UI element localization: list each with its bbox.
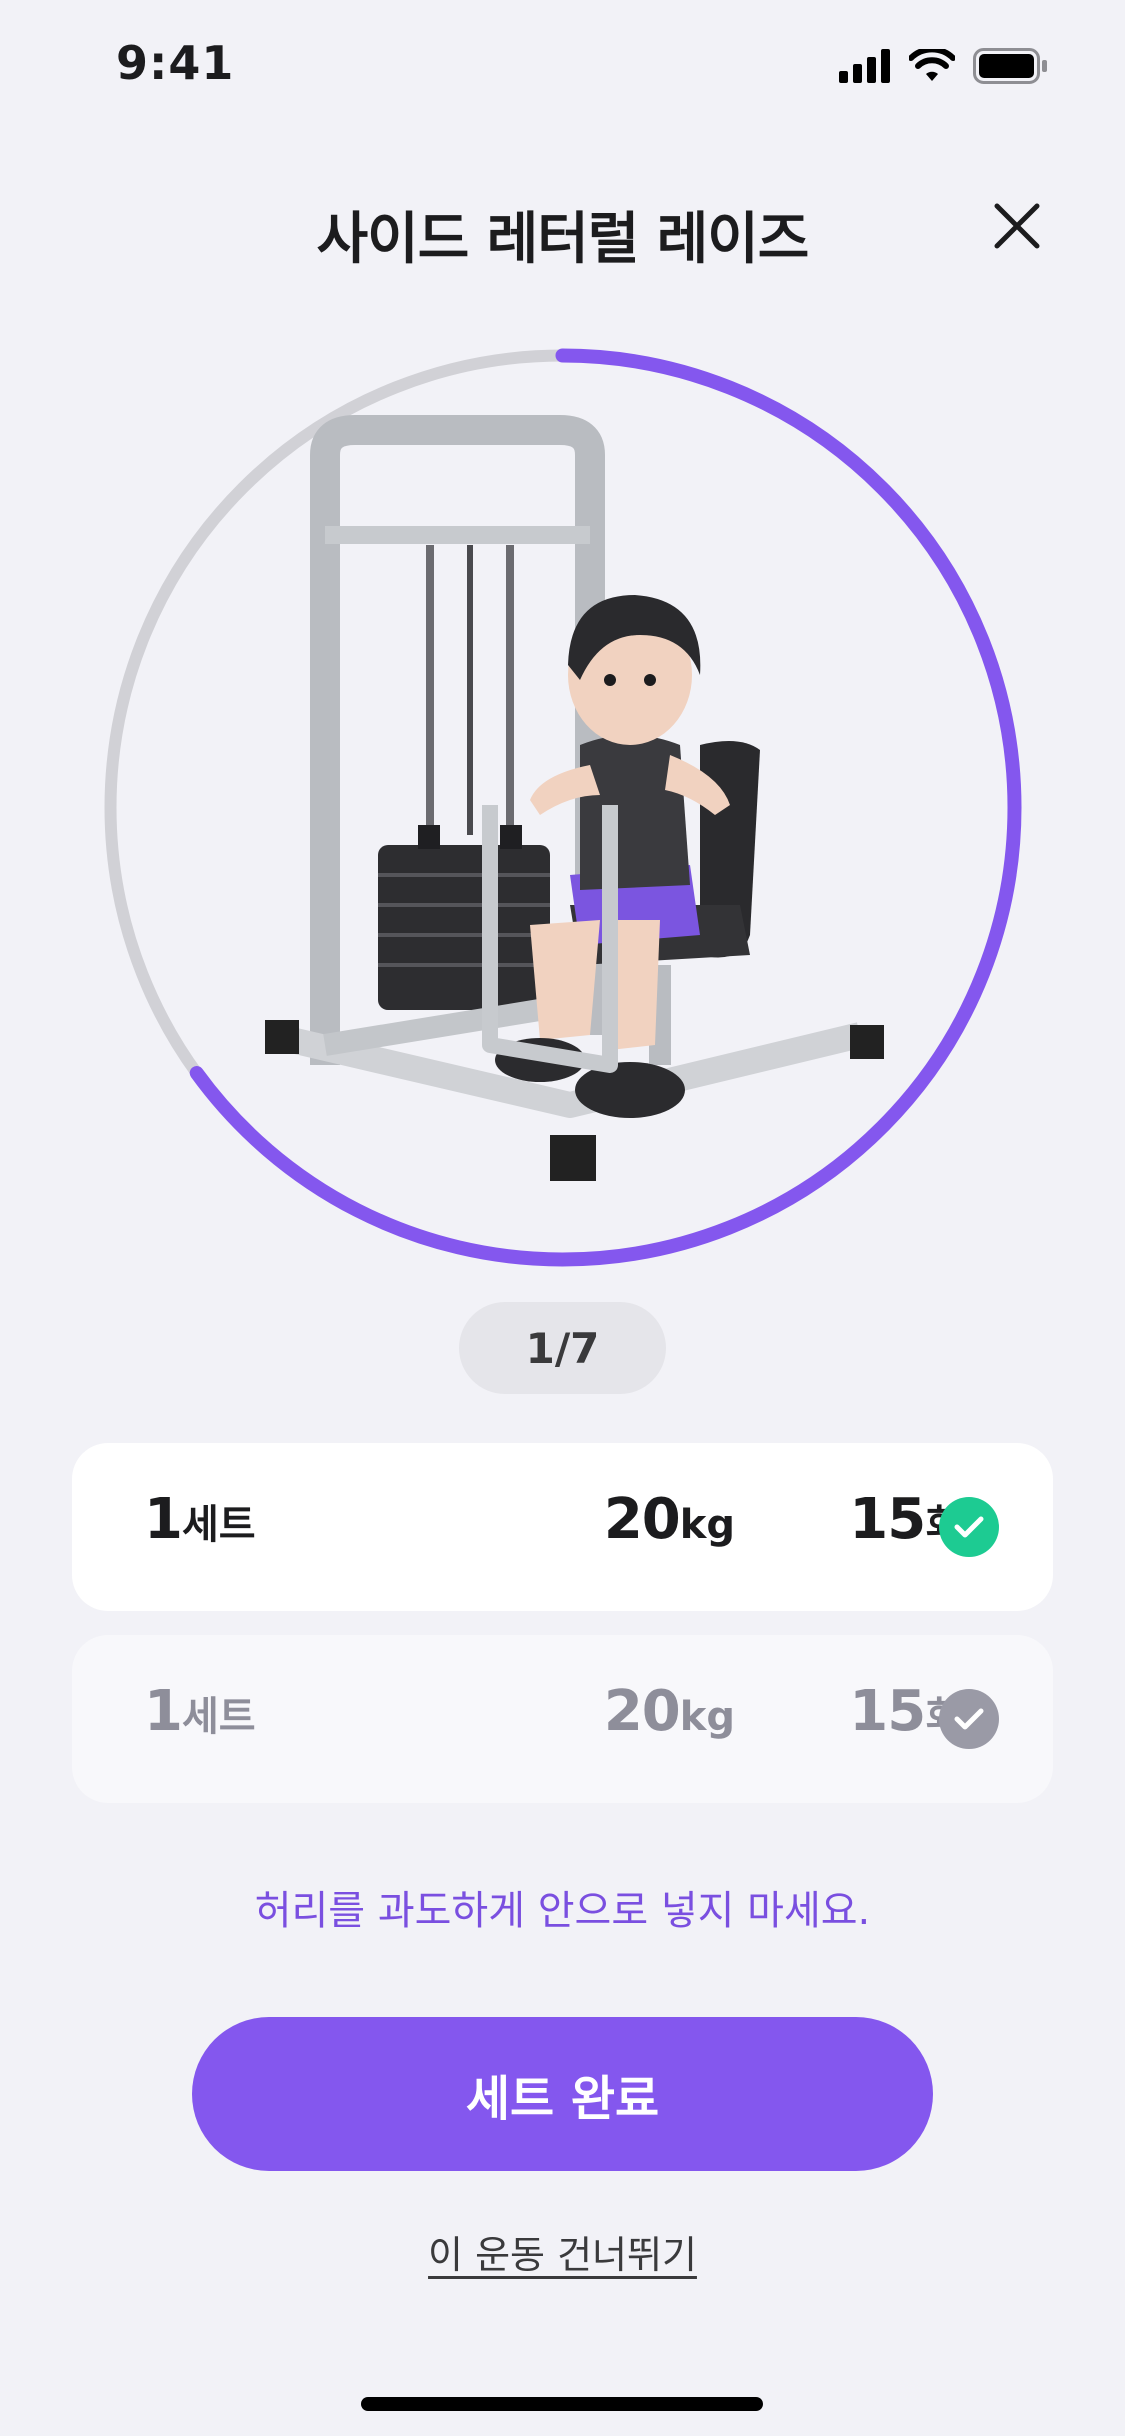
skip-exercise-link[interactable]: 이 운동 건너뛰기 — [0, 2224, 1125, 2279]
complete-set-button[interactable]: 세트 완료 — [192, 2017, 933, 2171]
status-icons — [839, 48, 1049, 84]
set-reps: 15회 — [752, 1487, 962, 1552]
set-number: 1 — [144, 1679, 183, 1744]
home-indicator — [361, 2397, 763, 2411]
weight-unit: kg — [679, 1502, 735, 1548]
cellular-signal-icon — [839, 49, 890, 83]
status-bar: 9:41 — [0, 0, 1125, 140]
reps-value: 15 — [849, 1679, 926, 1744]
set-reps: 15회 — [752, 1679, 962, 1744]
exercise-progress-ring — [100, 345, 1025, 1270]
exercise-counter: 1/7 — [459, 1302, 666, 1394]
set-unit: 세트 — [181, 1694, 256, 1740]
weight-value: 20 — [603, 1487, 681, 1552]
form-tip: 허리를 과도하게 안으로 넣지 마세요. — [254, 1888, 871, 1934]
checkmark-icon — [954, 1708, 984, 1730]
battery-icon — [973, 48, 1047, 84]
set-label: 1세트 — [144, 1487, 256, 1552]
weight-value: 20 — [603, 1679, 681, 1744]
set-row-completed[interactable]: 1세트 20kg 15회 — [72, 1443, 1053, 1611]
close-button[interactable] — [991, 200, 1043, 252]
set-complete-toggle[interactable] — [939, 1497, 999, 1557]
close-icon — [994, 203, 1040, 249]
header: 사이드 레터럴 레이즈 — [0, 180, 1125, 280]
weight-unit: kg — [679, 1694, 735, 1740]
set-weight: 20kg — [535, 1679, 735, 1744]
set-label: 1세트 — [144, 1679, 256, 1744]
set-number: 1 — [144, 1487, 183, 1552]
page-title: 사이드 레터럴 레이즈 — [316, 207, 810, 272]
checkmark-icon — [954, 1516, 984, 1538]
exercise-illustration — [265, 415, 884, 1181]
reps-value: 15 — [849, 1487, 926, 1552]
set-row-pending[interactable]: 1세트 20kg 15회 — [72, 1635, 1053, 1803]
set-complete-toggle[interactable] — [939, 1689, 999, 1749]
wifi-icon — [909, 49, 955, 81]
set-weight: 20kg — [535, 1487, 735, 1552]
status-time: 9:41 — [116, 36, 235, 90]
set-unit: 세트 — [181, 1502, 256, 1548]
